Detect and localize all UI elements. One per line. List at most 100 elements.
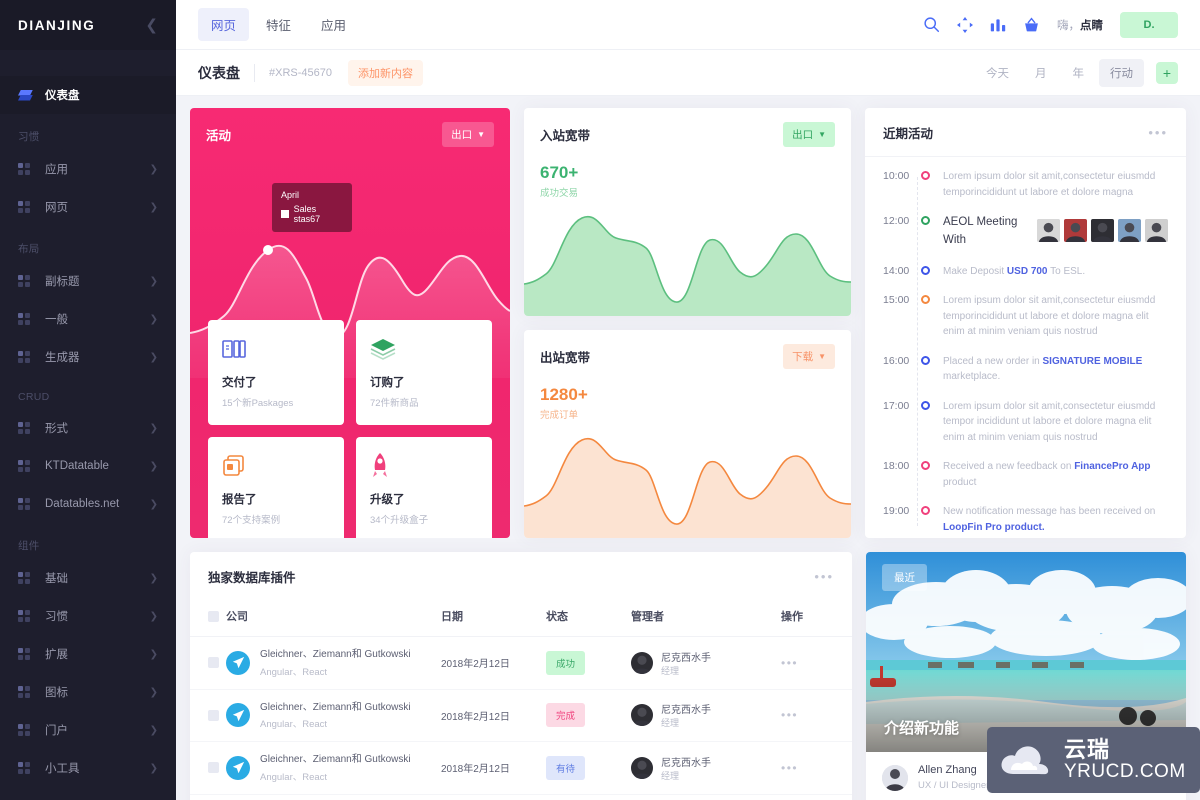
stat-tile-subtitle: 72个支持案例 [222,515,281,526]
select-all-checkbox[interactable] [208,610,219,622]
sidebar-item-组件-1[interactable]: 习惯 ❯ [0,597,176,635]
sidebar-item-组件-5[interactable]: 小工具 ❯ [0,749,176,787]
sidebar-item-label: 形式 [45,423,68,435]
timeline-text: Lorem ipsum dolor sit amit,consectetur e… [943,171,1156,198]
outbound-download-dropdown[interactable]: 下载 ▼ [783,344,835,369]
add-widget-button[interactable]: + [1156,61,1178,84]
activity-card-header: 活动 出口 ▼ [190,108,510,147]
stat-tile-subtitle: 15个新Paskages [222,398,294,409]
actions-cell[interactable]: ••• [781,689,852,742]
sidebar-item-布局-1[interactable]: 一般 ❯ [0,300,176,338]
avatar[interactable] [1064,218,1087,242]
sidebar-item-布局-0[interactable]: 副标题 ❯ [0,262,176,300]
sidebar-item-label: 习惯 [45,611,68,623]
sidebar-item-CRUD-1[interactable]: KTDatatable ❯ [0,447,176,485]
filter-2[interactable]: 年 [1062,59,1096,87]
status-dot-icon [920,295,930,305]
status-dot-icon [920,216,930,225]
status-dot-icon [920,506,930,516]
company-cell: Gleichner、Ziemann和 Gutkowski Angular、Rea… [226,794,441,800]
row-checkbox-cell[interactable] [190,689,226,742]
sidebar-item-组件-0[interactable]: 基础 ❯ [0,559,176,597]
avatar-illustration [631,704,653,727]
outbound-value: 1280+ [540,385,588,404]
table-row[interactable]: Gleichner、Ziemann和 Gutkowski Angular、Rea… [190,741,852,795]
row-checkbox[interactable] [208,657,219,669]
sidebar-item-组件-6[interactable]: 日历❯ [0,787,176,800]
media-title: 介绍新功能 [884,720,960,737]
greeting-prefix: 嗨， [1057,19,1080,32]
grid-icon [18,313,34,325]
beach-image: 最近 介绍新功能 [866,552,1186,752]
watermark-overlay: 云瑞 YRUCD.COM [987,727,1200,793]
user-avatar-chip[interactable]: D. [1120,11,1178,38]
table-row[interactable]: Gleichner、Ziemann和 Gutkowski Angular、Rea… [190,794,852,800]
timeline-link[interactable]: LoopFin Pro product. [943,522,1045,533]
avatar[interactable] [1145,218,1168,242]
inbound-area-chart [524,215,851,316]
tab-1[interactable]: 特征 [253,8,304,41]
tab-2[interactable]: 应用 [308,8,359,41]
timeline-link[interactable]: FinancePro App [1074,461,1150,472]
sidebar-item-label: 图标 [45,687,68,699]
sidebar-item-组件-2[interactable]: 扩展 ❯ [0,635,176,673]
timeline-link[interactable]: SIGNATURE MOBILE [1043,356,1143,367]
tooltip-month: April [281,190,300,200]
actions-cell[interactable]: ••• [781,636,852,690]
filter-3[interactable]: 行动 [1099,58,1144,87]
search-icon[interactable] [923,16,940,33]
column-header-0[interactable] [190,600,226,637]
avatar[interactable] [1118,218,1141,242]
stat-tile-3[interactable]: 升级了 34个升级盒子 [356,437,492,538]
sidebar-item-CRUD-2[interactable]: Datatables.net ❯ [0,485,176,523]
move-icon[interactable] [957,16,973,33]
avatar[interactable] [1037,218,1060,242]
timeline-text: New notification message has been receiv… [943,506,1156,533]
activity-export-dropdown[interactable]: 出口 ▼ [442,122,494,147]
inbound-export-dropdown[interactable]: 出口 ▼ [783,122,835,147]
sidebar-item-习惯-0[interactable]: 应用 ❯ [0,150,176,188]
row-actions-icon[interactable]: ••• [781,656,798,670]
sidebar-item-组件-3[interactable]: 图标 ❯ [0,673,176,711]
bar-chart-icon[interactable] [990,17,1006,33]
row-actions-icon[interactable]: ••• [781,761,798,775]
stat-tile-0[interactable]: 交付了 15个新Paskages [208,320,344,425]
ellipsis-icon[interactable]: ••• [1148,125,1168,140]
tab-0[interactable]: 网页 [198,8,250,41]
status-dot-icon [920,171,930,180]
basket-icon[interactable] [1023,16,1040,33]
recent-activity-card: 近期活动 ••• 10:00 Lorem ipsum dolor sit ami… [865,108,1186,538]
row-checkbox-cell[interactable] [190,794,226,800]
filter-1[interactable]: 月 [1024,59,1058,87]
sidebar-item-组件-4[interactable]: 门户 ❯ [0,711,176,749]
actions-cell[interactable]: ••• [781,794,852,800]
manager-role: 经理 [661,718,680,729]
filter-0[interactable]: 今天 [975,59,1020,87]
sidebar-item-布局-2[interactable]: 生成器 ❯ [0,338,176,376]
topbar-actions: 嗨，点睛 D. [923,11,1178,38]
stat-tile-2[interactable]: 报告了 72个支持案例 [208,437,344,538]
table-row[interactable]: Gleichner、Ziemann和 Gutkowski Angular、Rea… [190,636,852,690]
chevron-left-icon[interactable]: ❮ [145,18,158,33]
inbound-header: 入站宽带 出口 ▼ [524,108,851,147]
stat-tile-1[interactable]: 订购了 72件新商品 [356,320,492,425]
row-checkbox[interactable] [208,762,219,774]
timeline-items: 10:00 Lorem ipsum dolor sit amit,consect… [883,169,1168,538]
row-checkbox[interactable] [208,709,219,721]
sidebar-item-习惯-1[interactable]: 网页 ❯ [0,188,176,226]
status-cell: 成功 [546,636,631,690]
ellipsis-icon[interactable]: ••• [814,569,834,584]
sidebar-item-dashboard[interactable]: 仪表盘 [0,76,176,114]
actions-cell[interactable]: ••• [781,741,852,795]
table-row[interactable]: Gleichner、Ziemann和 Gutkowski Angular、Rea… [190,689,852,742]
row-actions-icon[interactable]: ••• [781,708,798,722]
timeline-link[interactable]: USD 700 [1007,266,1048,277]
row-checkbox-cell[interactable] [190,741,226,795]
row-checkbox-cell[interactable] [190,636,226,690]
status-cell: 完成 [546,689,631,742]
add-content-button[interactable]: 添加新内容 [348,59,423,86]
sidebar-item-CRUD-0[interactable]: 形式 ❯ [0,409,176,447]
recent-badge[interactable]: 最近 [882,564,927,591]
timeline-text: Lorem ipsum dolor sit amit,consectetur e… [943,400,1156,443]
avatar[interactable] [1091,218,1114,242]
